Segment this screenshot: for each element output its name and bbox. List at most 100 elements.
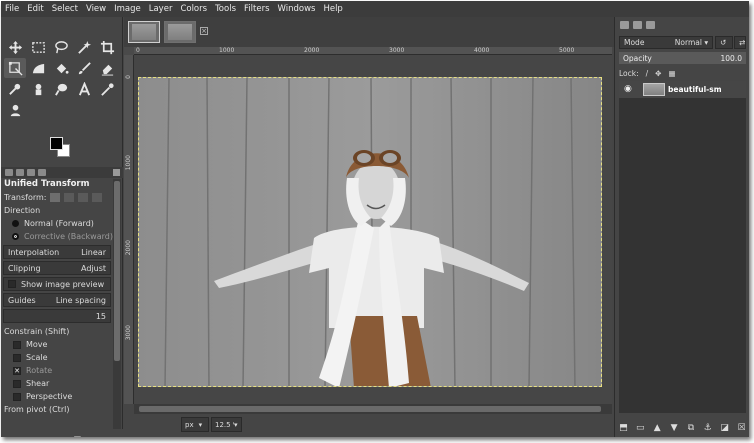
transform-image-icon[interactable] [91,193,102,202]
transform-path-icon[interactable] [77,193,88,202]
paintbrush-tool[interactable] [73,58,95,78]
delete-preset-icon[interactable]: ☒ [73,436,82,437]
checkbox-icon[interactable] [13,392,21,401]
tool-options-tab-icon[interactable] [5,169,13,176]
text-tool[interactable] [73,79,95,99]
layer-name[interactable]: beautiful-sm [668,85,722,94]
menu-file[interactable]: File [5,4,19,14]
checkbox-icon[interactable] [13,353,21,362]
checkbox-checked-icon[interactable]: ✕ [13,366,21,375]
constrain-perspective[interactable]: Perspective [1,390,113,403]
constrain-rotate[interactable]: ✕ Rotate [1,364,113,377]
menu-filters[interactable]: Filters [244,4,269,14]
restore-preset-icon[interactable]: ↺ [42,436,51,437]
show-preview-toggle[interactable]: Show image preview [3,277,111,291]
scrollbar-thumb[interactable] [139,406,601,412]
menu-view[interactable]: View [86,4,106,14]
menu-colors[interactable]: Colors [180,4,207,14]
new-layer-icon[interactable]: ⬒ [619,424,628,433]
menu-layer[interactable]: Layer [149,4,173,14]
tool-options-scrollbar[interactable] [113,179,121,429]
unit-select[interactable]: px ▾ [181,417,209,432]
image-canvas[interactable] [134,55,612,404]
lower-layer-icon[interactable]: ▼ [670,424,679,433]
unified-transform-tool[interactable] [4,58,26,78]
fuzzy-select-tool[interactable] [73,37,95,57]
color-picker-tool[interactable] [96,79,118,99]
vertical-ruler[interactable]: 0 1000 2000 3000 [124,55,134,404]
mask-icon[interactable]: ◪ [720,424,729,433]
opacity-value: 100.0 [720,53,742,63]
images-tab-icon[interactable] [38,169,46,176]
crop-tool[interactable] [96,37,118,57]
duplicate-layer-icon[interactable]: ⧉ [686,424,695,433]
anchor-layer-icon[interactable]: ⚓ [703,424,712,433]
mode-reset-button[interactable]: ↺ [715,35,733,49]
device-status-tab-icon[interactable] [16,169,24,176]
checkbox-icon[interactable] [8,280,16,288]
opacity-slider[interactable]: Opacity 100.0 [619,52,746,64]
menu-image[interactable]: Image [114,4,141,14]
checkbox-icon[interactable] [13,379,21,388]
move-tool[interactable] [4,37,26,57]
foreground-color-swatch[interactable] [50,137,63,150]
save-preset-icon[interactable]: ⬓ [12,436,21,437]
zoom-tool[interactable] [4,100,26,120]
clipping-select[interactable]: Clipping Adjust [3,261,111,275]
lock-position-icon[interactable]: ✥ [655,69,661,78]
horizontal-scrollbar[interactable] [134,404,612,414]
image-tab-2[interactable] [164,21,196,43]
airbrush-tool[interactable] [4,79,26,99]
constrain-shear[interactable]: Shear [1,377,113,390]
panel-menu-icon[interactable] [113,169,120,176]
constrain-move[interactable]: Move [1,338,113,351]
horizontal-ruler[interactable]: 0 1000 2000 3000 4000 5000 [134,47,612,55]
bucket-fill-tool[interactable] [50,58,72,78]
menu-select[interactable]: Select [52,4,78,14]
menu-help[interactable]: Help [323,4,342,14]
constrain-scale[interactable]: Scale [1,351,113,364]
close-icon[interactable]: × [200,27,208,35]
ruler-corner[interactable] [124,47,134,55]
layers-tab-icon[interactable] [620,21,629,29]
lock-pixels-icon[interactable]: / [646,69,649,78]
color-swatches[interactable] [48,135,78,163]
direction-normal-option[interactable]: Normal (Forward) [1,217,113,230]
undo-history-tab-icon[interactable] [27,169,35,176]
image-layer-photo[interactable] [138,77,602,387]
raise-layer-icon[interactable]: ▲ [653,424,662,433]
guides-spinner[interactable]: 15 [3,309,111,323]
radio-icon[interactable] [12,220,19,227]
image-tab-1[interactable] [128,21,160,43]
mode-switch-button[interactable]: ⇄ [734,35,746,49]
reset-icon[interactable]: ↻ [103,436,112,437]
zoom-select[interactable]: 12.5 %▾ [211,417,242,432]
direction-corrective-option[interactable]: Corrective (Backward) [1,230,113,243]
mode-select[interactable]: Mode Normal ▾ [619,35,714,49]
delete-layer-icon[interactable]: ☒ [737,424,746,433]
menu-tools[interactable]: Tools [215,4,236,14]
image-thumbnail [132,24,156,40]
lock-alpha-icon[interactable]: ▦ [668,69,675,78]
menu-edit[interactable]: Edit [27,4,43,14]
constrain-label: Constrain (Shift) [4,327,70,336]
channels-tab-icon[interactable] [633,21,642,29]
smudge-tool[interactable] [50,79,72,99]
new-group-icon[interactable]: ▭ [636,424,645,433]
transform-layer-icon[interactable] [49,193,60,202]
eye-icon[interactable]: ◉ [624,84,632,94]
lasso-tool[interactable] [50,37,72,57]
menu-windows[interactable]: Windows [278,4,316,14]
eraser-tool[interactable] [96,58,118,78]
warp-tool[interactable] [27,58,49,78]
checkbox-icon[interactable] [13,340,21,349]
paths-tab-icon[interactable] [646,21,655,29]
interpolation-select[interactable]: Interpolation Linear [3,245,111,259]
layer-row[interactable]: ◉ beautiful-sm [619,81,746,98]
scrollbar-thumb[interactable] [114,181,120,361]
clone-tool[interactable] [27,79,49,99]
transform-selection-icon[interactable] [63,193,74,202]
rect-select-tool[interactable] [27,37,49,57]
guides-select[interactable]: Guides Line spacing [3,293,111,307]
radio-icon[interactable] [12,233,19,240]
